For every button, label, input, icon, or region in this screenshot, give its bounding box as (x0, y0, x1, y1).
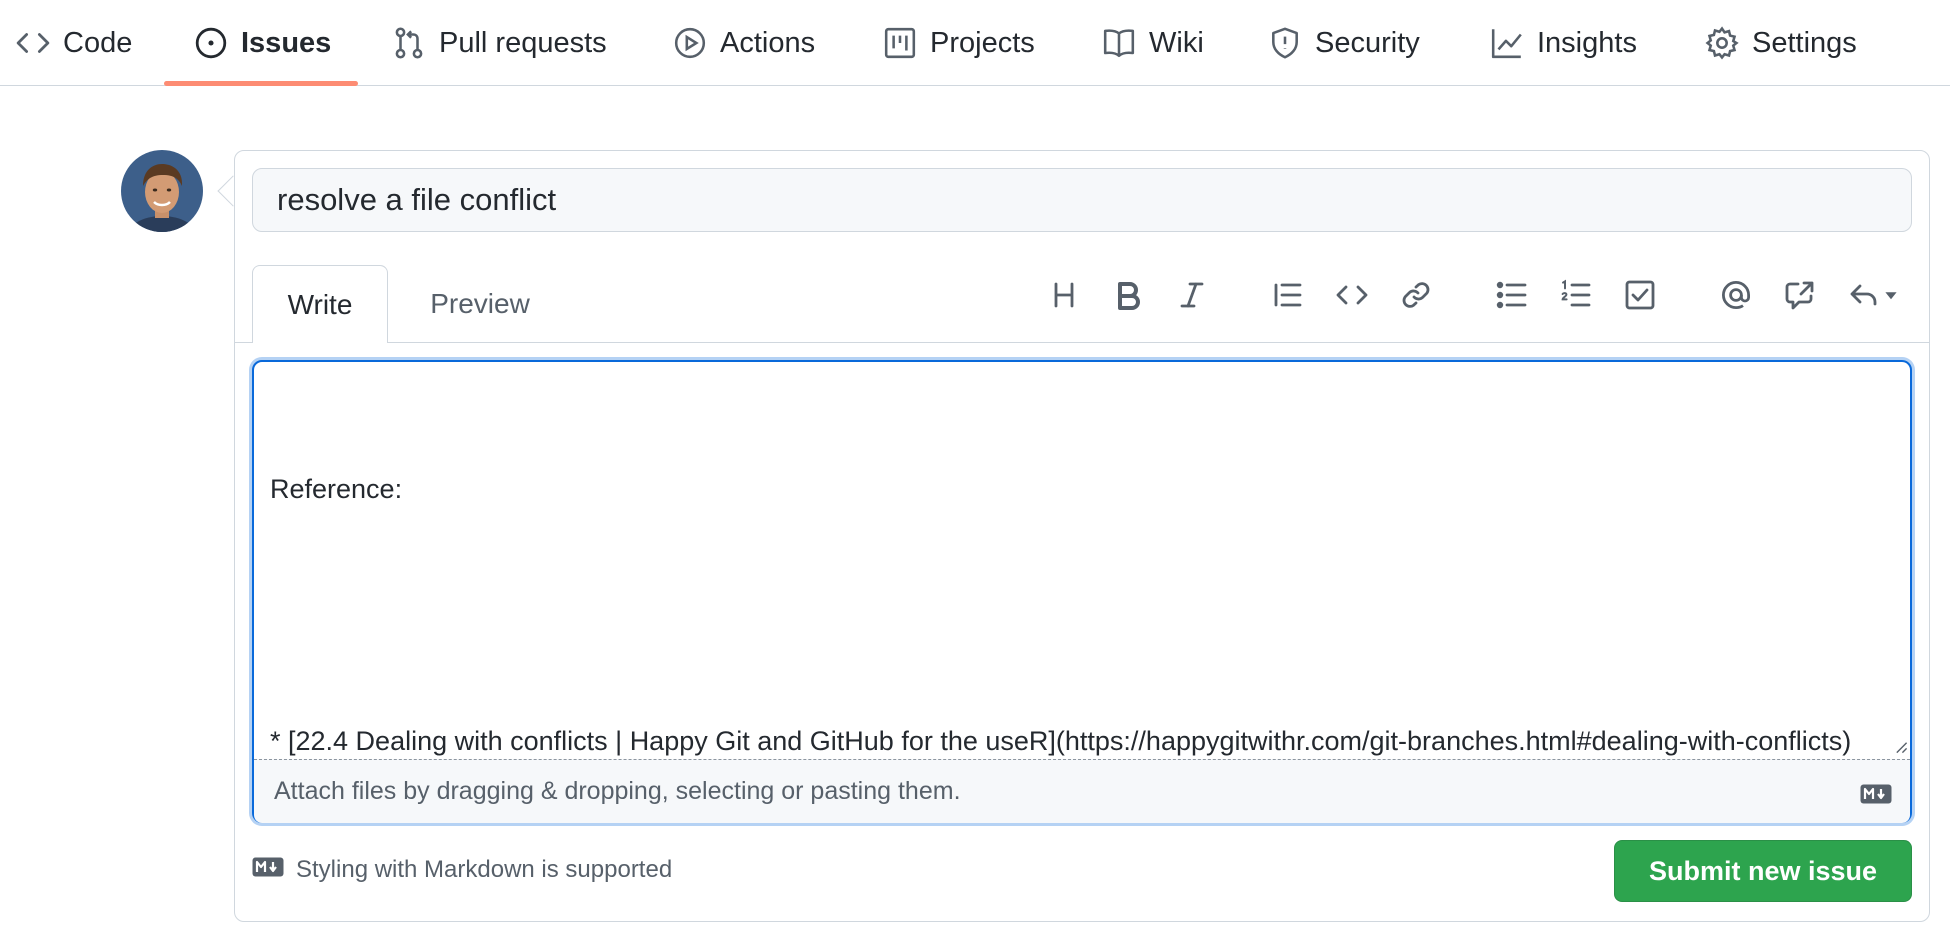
markdown-icon (252, 856, 284, 884)
tab-label: Insights (1537, 26, 1637, 59)
repo-nav: Code Issues Pull requests Actions Projec… (0, 0, 1950, 86)
attach-files-text: Attach files by dragging & dropping, sel… (274, 777, 961, 805)
shield-icon (1268, 26, 1302, 60)
markdown-icon (1860, 782, 1892, 811)
gear-icon (1705, 26, 1739, 60)
issue-body-editor[interactable]: Reference: * [22.4 Dealing with conflict… (252, 360, 1912, 823)
active-tab-underline (164, 81, 358, 86)
reply-icon[interactable] (1848, 275, 1908, 315)
tab-code[interactable]: Code (16, 0, 132, 86)
heading-icon[interactable] (1044, 275, 1084, 315)
submit-new-issue-button[interactable]: Submit new issue (1614, 840, 1912, 902)
chevron-down-icon (1885, 292, 1897, 300)
bold-icon[interactable] (1108, 275, 1148, 315)
tab-label: Pull requests (439, 26, 607, 59)
issue-body-textarea[interactable]: Reference: * [22.4 Dealing with conflict… (254, 362, 1910, 760)
italic-icon[interactable] (1172, 275, 1212, 315)
project-icon (883, 26, 917, 60)
body-line: Reference: (270, 474, 403, 504)
git-pull-request-icon (392, 26, 426, 60)
markdown-support-note[interactable]: Styling with Markdown is supported (252, 852, 672, 888)
tasklist-icon[interactable] (1620, 275, 1660, 315)
mention-icon[interactable] (1716, 275, 1756, 315)
tab-preview[interactable]: Preview (410, 265, 550, 343)
tab-security[interactable]: Security (1268, 0, 1420, 86)
tab-insights[interactable]: Insights (1490, 0, 1637, 86)
tab-label: Wiki (1149, 26, 1204, 59)
graph-icon (1490, 26, 1524, 60)
tab-actions[interactable]: Actions (673, 0, 815, 86)
body-line: * [22.4 Dealing with conflicts | Happy G… (270, 726, 1852, 756)
play-icon (673, 26, 707, 60)
tab-pull-requests[interactable]: Pull requests (392, 0, 607, 86)
attach-files-bar[interactable]: Attach files by dragging & dropping, sel… (254, 759, 1910, 823)
link-icon[interactable] (1396, 275, 1436, 315)
unordered-list-icon[interactable] (1492, 275, 1532, 315)
tab-wiki[interactable]: Wiki (1102, 0, 1204, 86)
tab-settings[interactable]: Settings (1705, 0, 1857, 86)
issue-title-input[interactable]: resolve a file conflict (252, 168, 1912, 232)
tab-write[interactable]: Write (252, 265, 388, 343)
markdown-support-text: Styling with Markdown is supported (296, 856, 673, 883)
tab-issues[interactable]: Issues (194, 0, 331, 86)
avatar[interactable] (121, 150, 203, 232)
cross-reference-icon[interactable] (1780, 275, 1820, 315)
resize-handle-icon[interactable] (1894, 740, 1908, 754)
quote-icon[interactable] (1268, 275, 1308, 315)
tab-label: Code (63, 26, 133, 59)
issue-opened-icon (194, 26, 228, 60)
tab-projects[interactable]: Projects (883, 0, 1035, 86)
ordered-list-icon[interactable] (1556, 275, 1596, 315)
book-icon (1102, 26, 1136, 60)
tab-label: Issues (241, 26, 332, 59)
code-icon[interactable] (1332, 275, 1372, 315)
tab-label: Security (1315, 26, 1420, 59)
code-icon (16, 26, 50, 60)
tab-label: Actions (720, 26, 816, 59)
tab-label: Projects (930, 26, 1035, 59)
tab-label: Settings (1752, 26, 1857, 59)
body-line (270, 594, 1894, 636)
